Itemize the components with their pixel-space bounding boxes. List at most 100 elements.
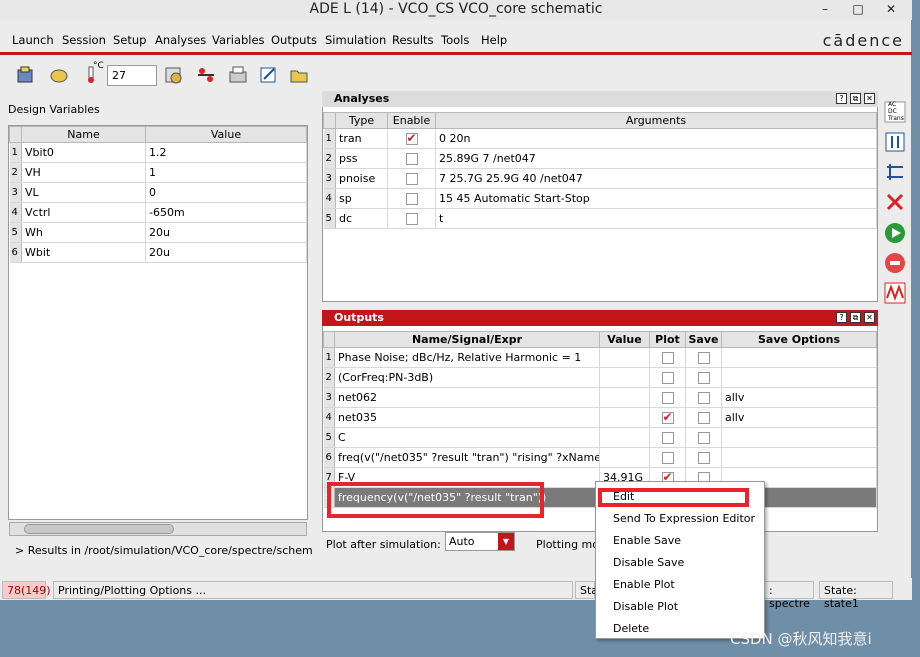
context-menu: Edit Send To Expression Editor Enable Sa… (595, 481, 765, 639)
folder-icon[interactable] (289, 66, 309, 84)
menu-session[interactable]: Session (62, 33, 106, 47)
plot-checkbox[interactable] (661, 410, 674, 424)
menu-item-disable-plot[interactable]: Disable Plot (613, 600, 678, 613)
table-row[interactable]: 3 VL 0 (9, 182, 307, 203)
analyses-title: Analyses (322, 91, 878, 107)
menu-divider (0, 52, 912, 55)
enable-checkbox[interactable] (405, 153, 418, 165)
chevron-down-icon[interactable]: ▼ (498, 533, 514, 550)
menu-outputs[interactable]: Outputs (271, 33, 317, 47)
save-checkbox[interactable] (697, 352, 710, 364)
save-checkbox[interactable] (697, 412, 710, 424)
plot-checkbox[interactable] (661, 452, 674, 464)
temperature-input[interactable]: 27 (107, 65, 157, 86)
status-count: 78(149) (2, 581, 51, 599)
float-icon[interactable]: ⧉ (850, 312, 861, 323)
status-sta: Sta (575, 581, 598, 599)
menu-item-delete[interactable]: Delete (613, 622, 649, 635)
highlight-box (327, 482, 544, 518)
minimize-icon[interactable]: – (816, 1, 834, 18)
waveform-icon[interactable] (884, 282, 906, 304)
ade-window: ADE L (14) - VCO_CS VCO_core schematic –… (0, 0, 912, 610)
enable-checkbox[interactable] (405, 173, 418, 185)
run-icon[interactable] (884, 222, 906, 244)
table-row[interactable]: 5 Wh 20u (9, 222, 307, 243)
horizontal-scrollbar[interactable] (9, 522, 307, 536)
menu-item-edit[interactable]: Edit (613, 490, 634, 503)
plotting-mode-label: Plotting mo (536, 538, 599, 551)
table-row[interactable]: 4net035allv (323, 407, 877, 428)
print-icon[interactable] (228, 66, 248, 84)
help-icon[interactable]: ? (836, 312, 847, 323)
table-row[interactable]: 3 pnoise 7 25.7G 25.9G 40 /net047 (323, 168, 877, 189)
maximize-icon[interactable]: □ (849, 1, 867, 18)
close-panel-icon[interactable]: ✕ (864, 93, 875, 104)
status-bar: 78(149) Printing/Plotting Options ... St… (0, 578, 912, 610)
menu-results[interactable]: Results (392, 33, 434, 47)
enable-checkbox[interactable] (405, 131, 418, 145)
status-simulator: : spectre (764, 581, 814, 610)
menu-help[interactable]: Help (481, 33, 507, 47)
save-checkbox[interactable] (697, 432, 710, 444)
close-panel-icon[interactable]: ✕ (864, 312, 875, 323)
delete-icon[interactable] (884, 191, 906, 213)
setup-icon[interactable] (164, 66, 184, 84)
table-row[interactable]: 6 Wbit 20u (9, 242, 307, 263)
table-row[interactable]: 3 net062 allv (323, 387, 877, 408)
menu-launch[interactable]: Launch (12, 33, 54, 47)
watermark: CSDN @秋风知我意i (730, 630, 872, 648)
menu-item-enable-save[interactable]: Enable Save (613, 534, 681, 547)
table-row[interactable]: 4 sp 15 45 Automatic Start-Stop (323, 188, 877, 209)
table-row[interactable]: 5 dc t (323, 208, 877, 229)
col-name: Name (21, 126, 146, 143)
menu-item-enable-plot[interactable]: Enable Plot (613, 578, 675, 591)
plot-after-select[interactable]: Auto ▼ (445, 532, 515, 551)
variables-icon[interactable] (884, 131, 906, 153)
col-value: Value (145, 126, 307, 143)
float-icon[interactable]: ⧉ (850, 93, 861, 104)
close-icon[interactable]: ✕ (882, 1, 900, 18)
enable-checkbox[interactable] (405, 193, 418, 205)
title-bar: ADE L (14) - VCO_CS VCO_core schematic –… (0, 0, 912, 20)
menu-simulation[interactable]: Simulation (325, 33, 386, 47)
plot-checkbox[interactable] (661, 432, 674, 444)
scroll-thumb[interactable] (24, 524, 174, 534)
table-row[interactable]: 6 freq(v("/net035" ?result "tran") "risin… (323, 447, 877, 468)
outputs-title: Outputs (322, 310, 878, 326)
edit-icon[interactable] (259, 66, 279, 84)
enable-checkbox[interactable] (405, 213, 418, 225)
table-row[interactable]: 5C (323, 427, 877, 448)
menu-item-disable-save[interactable]: Disable Save (613, 556, 684, 569)
table-row[interactable]: 2 pss 25.89G 7 /net047 (323, 148, 877, 169)
save-checkbox[interactable] (697, 452, 710, 464)
cadence-logo: cādence (822, 31, 904, 50)
design-variables-table: Name Value 1 Vbit0 1.2 2 VH 1 3 VL 0 4 Vctrl -65… (9, 126, 307, 263)
save-checkbox[interactable] (697, 372, 710, 384)
help-icon[interactable]: ? (836, 93, 847, 104)
status-state: State: state1 (819, 581, 893, 610)
open-icon[interactable] (49, 66, 69, 84)
netlist-icon[interactable] (196, 66, 216, 84)
table-row[interactable]: 4 Vctrl -650m (9, 202, 307, 223)
plot-checkbox[interactable] (661, 352, 674, 364)
menu-variables[interactable]: Variables (212, 33, 265, 47)
menu-analyses[interactable]: Analyses (155, 33, 206, 47)
analyses-table: Type Enable Arguments 1tran0 20n 2pss25.… (323, 112, 877, 229)
stop-icon[interactable] (884, 252, 906, 274)
outputs-icon[interactable] (884, 161, 906, 183)
table-row[interactable]: 1 Vbit0 1.2 (9, 142, 307, 163)
table-row[interactable]: 1tran0 20n (323, 128, 877, 149)
table-row[interactable]: 2 VH 1 (9, 162, 307, 183)
menu-tools[interactable]: Tools (441, 33, 469, 47)
plot-checkbox[interactable] (661, 392, 674, 404)
menu-setup[interactable]: Setup (113, 33, 146, 47)
plot-checkbox[interactable] (661, 372, 674, 384)
save-checkbox[interactable] (697, 392, 710, 404)
table-row[interactable]: 1 Phase Noise; dBc/Hz, Relative Harmonic … (323, 347, 877, 368)
table-row[interactable]: 2 (CorFreq:PN-3dB) (323, 367, 877, 388)
window-title: ADE L (14) - VCO_CS VCO_core schematic (309, 1, 603, 17)
status-message: Printing/Plotting Options ... (53, 581, 573, 599)
menu-item-send-to-expression-editor[interactable]: Send To Expression Editor (613, 512, 755, 525)
analysis-labels: AC DC Trans (888, 101, 904, 122)
session-icon[interactable] (16, 66, 36, 84)
